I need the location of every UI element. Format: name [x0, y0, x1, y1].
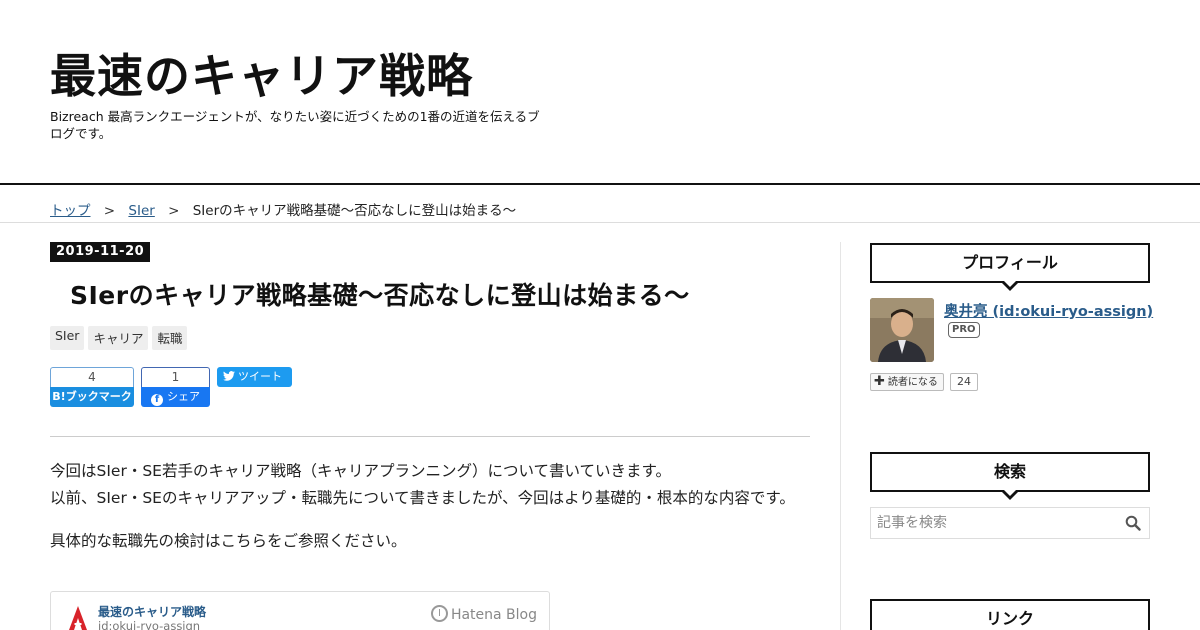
- tweet-label: ツイート: [238, 370, 282, 383]
- subscribe-label: 読者になる: [887, 377, 938, 388]
- category-tag-career[interactable]: キャリア: [88, 326, 149, 350]
- entry-categories: SIer キャリア 転職: [50, 326, 188, 350]
- subscriber-count: 24: [950, 373, 978, 391]
- hatena-bookmark-count: 4: [50, 367, 134, 387]
- profile-name-link[interactable]: 奥井亮 (id:okui-ryo-assign): [944, 300, 1153, 321]
- tweet-button[interactable]: ツイート: [217, 367, 292, 387]
- entry-body: 今回はSIer・SE若手のキャリア戦略（キャリアプランニング）について書いていき…: [50, 458, 810, 571]
- breadcrumb-separator: >: [168, 203, 180, 219]
- pro-badge: PRO: [948, 322, 980, 338]
- facebook-share-label: シェア: [167, 390, 200, 403]
- hatena-bookmark-label: B!ブックマーク: [50, 387, 134, 407]
- breadcrumb: トップ > SIer > SIerのキャリア戦略基礎～否応なしに登山は始まる～: [50, 199, 516, 219]
- avatar[interactable]: [870, 298, 934, 362]
- content-divider: [50, 436, 810, 437]
- hatena-blog-brand: Hatena Blog: [430, 605, 537, 623]
- breadcrumb-divider: [0, 222, 1200, 223]
- breadcrumb-separator: >: [103, 203, 116, 219]
- hatena-blog-icon: [430, 605, 448, 622]
- category-tag-sier[interactable]: SIer: [50, 326, 85, 350]
- facebook-share-button-face: f シェア: [141, 387, 210, 407]
- links-heading: リンク: [870, 599, 1150, 630]
- facebook-share-button[interactable]: 1 f シェア: [141, 367, 210, 407]
- plus-icon: ✚: [874, 374, 885, 389]
- sidebar-divider: [840, 242, 841, 630]
- search-icon[interactable]: [1125, 515, 1141, 531]
- hatena-bookmark-button[interactable]: 4 B!ブックマーク: [50, 367, 134, 407]
- twitter-bird-icon: [223, 371, 235, 381]
- entry-paragraph: 今回はSIer・SE若手のキャリア戦略（キャリアプランニング）について書いていき…: [50, 458, 810, 512]
- site-header: 最速のキャリア戦略 Bizreach 最高ランクエージェントが、なりたい姿に近づ…: [0, 0, 1200, 185]
- hatena-blog-brand-label: Hatena Blog: [450, 607, 537, 623]
- subscribe-button[interactable]: ✚ 読者になる: [870, 373, 944, 391]
- breadcrumb-current: SIerのキャリア戦略基礎～否応なしに登山は始まる～: [192, 203, 517, 219]
- blog-title[interactable]: 最速のキャリア戦略: [50, 40, 473, 106]
- facebook-icon: f: [151, 394, 163, 406]
- blog-description: Bizreach 最高ランクエージェントが、なりたい姿に近づくための1番の近道を…: [50, 109, 540, 141]
- search-heading: 検索: [870, 452, 1150, 500]
- facebook-share-count: 1: [141, 367, 210, 387]
- entry-paragraph: 具体的な転職先の検討はこちらをご参照ください。: [50, 532, 407, 550]
- entry-paragraph-line: 今回はSIer・SE若手のキャリア戦略（キャリアプランニング）について書いていき…: [50, 462, 671, 480]
- profile-heading: プロフィール: [870, 243, 1150, 291]
- search-input[interactable]: [871, 508, 1121, 538]
- avatar-photo: [870, 298, 934, 362]
- search-box: [870, 507, 1150, 539]
- breadcrumb-top-link[interactable]: トップ: [50, 203, 91, 219]
- embed-blog-title[interactable]: 最速のキャリア戦略: [98, 603, 206, 620]
- entry-paragraph-line: 以前、SIer・SEのキャリアアップ・転職先について書きましたが、今回はより基礎…: [50, 489, 795, 507]
- blog-logo-icon: [69, 606, 87, 630]
- entry-title[interactable]: SIerのキャリア戦略基礎～否応なしに登山は始まる～: [70, 276, 690, 312]
- blog-embed-card[interactable]: 最速のキャリア戦略 id:okui-ryo-assign Hatena Blog: [50, 591, 550, 630]
- category-tag-job-change[interactable]: 転職: [152, 326, 188, 350]
- post-date[interactable]: 2019-11-20: [50, 242, 151, 262]
- breadcrumb-category-link[interactable]: SIer: [128, 203, 154, 219]
- embed-author-id: id:okui-ryo-assign: [98, 619, 201, 630]
